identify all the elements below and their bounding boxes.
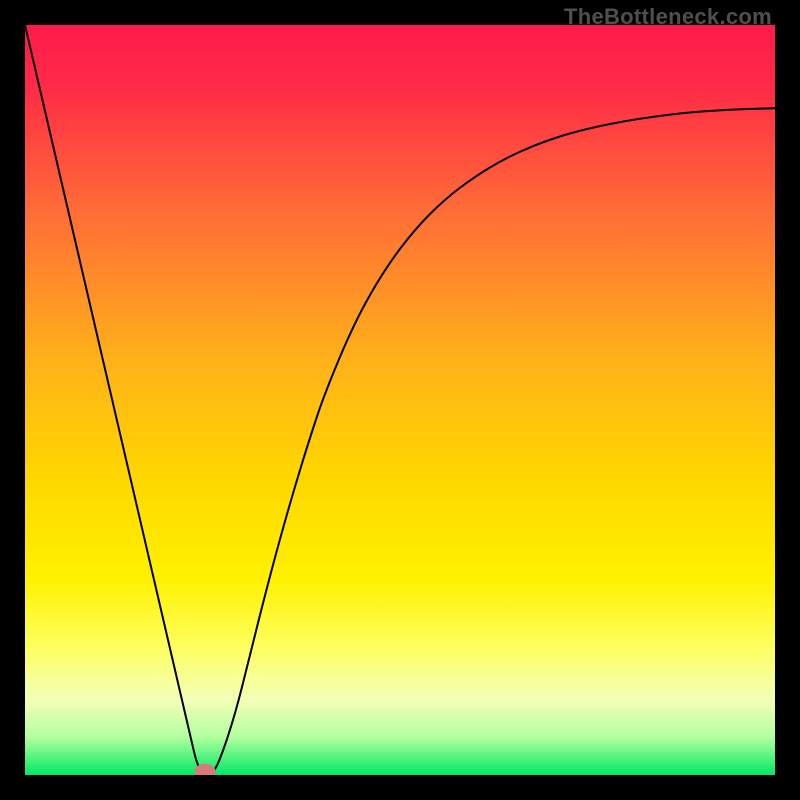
watermark-text: TheBottleneck.com xyxy=(564,4,772,30)
chart-svg xyxy=(25,25,775,775)
gradient-background xyxy=(25,25,775,775)
chart-frame xyxy=(25,25,775,775)
